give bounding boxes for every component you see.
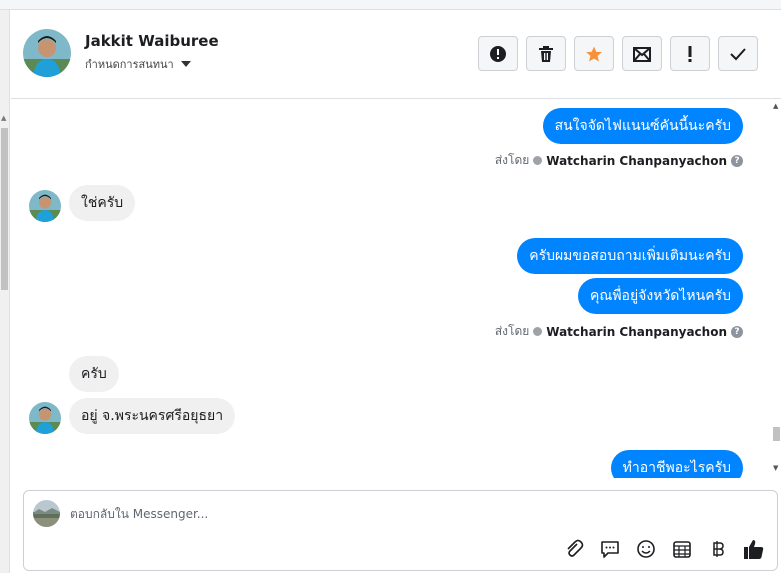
info-icon[interactable]: ?	[731, 154, 743, 167]
message-incoming[interactable]: อยู่ จ.พระนครศรีอยุธยา	[69, 398, 236, 434]
saved-reply-icon	[601, 541, 619, 558]
message-outgoing[interactable]: ทำอาชีพอะไรครับ	[610, 450, 743, 478]
sent-by-line: ส่งโดย Watcharin Chanpanyachon ?	[495, 151, 743, 170]
payment-button[interactable]	[707, 538, 729, 560]
contact-name[interactable]: Jakkit Waiburee	[85, 32, 219, 50]
appointment-button[interactable]	[671, 538, 693, 560]
contact-avatar[interactable]	[23, 29, 71, 77]
star-icon	[586, 46, 602, 61]
scroll-down-arrow-icon[interactable]: ▼	[773, 464, 778, 472]
appointment-icon	[673, 541, 691, 558]
manage-conversation-label: กำหนดการสนทนา	[85, 58, 174, 71]
trash-icon	[539, 45, 553, 62]
follow-up-icon	[688, 45, 692, 62]
mark-unread-button[interactable]	[622, 36, 662, 71]
emoji-icon	[637, 540, 655, 558]
message-thread[interactable]: สนใจจัดไฟแนนซ์คันนี้นะครับ ส่งโดย Watcha…	[11, 100, 771, 478]
like-icon	[744, 540, 764, 559]
page-avatar	[33, 500, 60, 527]
saved-reply-button[interactable]	[599, 538, 621, 560]
window-top-strip	[0, 0, 781, 10]
sent-by-agent[interactable]: Watcharin Chanpanyachon	[546, 325, 727, 339]
verified-check-icon	[533, 156, 543, 165]
caret-down-icon	[180, 61, 191, 67]
chat-scrollbar[interactable]: ▲ ▼	[771, 100, 781, 478]
reply-composer	[23, 490, 778, 571]
payment-icon	[713, 541, 724, 557]
conversation-toolbar	[478, 36, 758, 71]
sent-by-agent[interactable]: Watcharin Chanpanyachon	[546, 154, 727, 168]
conversation-header: Jakkit Waiburee กำหนดการสนทนา	[11, 11, 781, 99]
follow-up-button[interactable]	[670, 36, 710, 71]
scroll-up-arrow-icon[interactable]: ▲	[773, 102, 778, 110]
scroll-thumb[interactable]	[773, 427, 780, 441]
emoji-button[interactable]	[635, 538, 657, 560]
message-incoming[interactable]: ใช่ครับ	[69, 185, 136, 221]
done-check-icon	[730, 47, 746, 60]
sent-by-label: ส่งโดย	[494, 324, 530, 338]
like-button[interactable]	[743, 538, 765, 560]
attach-icon	[567, 539, 584, 557]
message-outgoing[interactable]: คุณพื่อยู่จังหวัดไหนครับ	[577, 278, 743, 314]
spam-report-icon	[490, 45, 506, 62]
mark-spam-button[interactable]	[478, 36, 518, 71]
left-scrollbar[interactable]: ▲	[0, 10, 10, 573]
mark-done-button[interactable]	[718, 36, 758, 71]
message-incoming[interactable]: ครับ	[69, 356, 119, 392]
scroll-up-arrow-icon[interactable]: ▲	[1, 114, 6, 122]
sent-by-label: ส่งโดย	[494, 153, 530, 167]
mark-unread-icon	[633, 46, 651, 62]
contact-avatar-small[interactable]	[29, 402, 61, 434]
sent-by-line: ส่งโดย Watcharin Chanpanyachon ?	[495, 322, 743, 341]
scroll-thumb[interactable]	[1, 128, 8, 290]
contact-avatar-small[interactable]	[29, 190, 61, 222]
attach-button[interactable]	[563, 538, 585, 560]
delete-button[interactable]	[526, 36, 566, 71]
verified-check-icon	[533, 327, 543, 336]
star-button[interactable]	[574, 36, 614, 71]
message-outgoing[interactable]: ครับผมขอสอบถามเพิ่มเติมนะครับ	[517, 238, 743, 274]
reply-input[interactable]	[70, 503, 670, 525]
info-icon[interactable]: ?	[731, 325, 743, 338]
manage-conversation-dropdown[interactable]: กำหนดการสนทนา	[85, 55, 191, 73]
message-outgoing[interactable]: สนใจจัดไฟแนนซ์คันนี้นะครับ	[542, 108, 743, 144]
composer-toolbar	[563, 538, 765, 560]
